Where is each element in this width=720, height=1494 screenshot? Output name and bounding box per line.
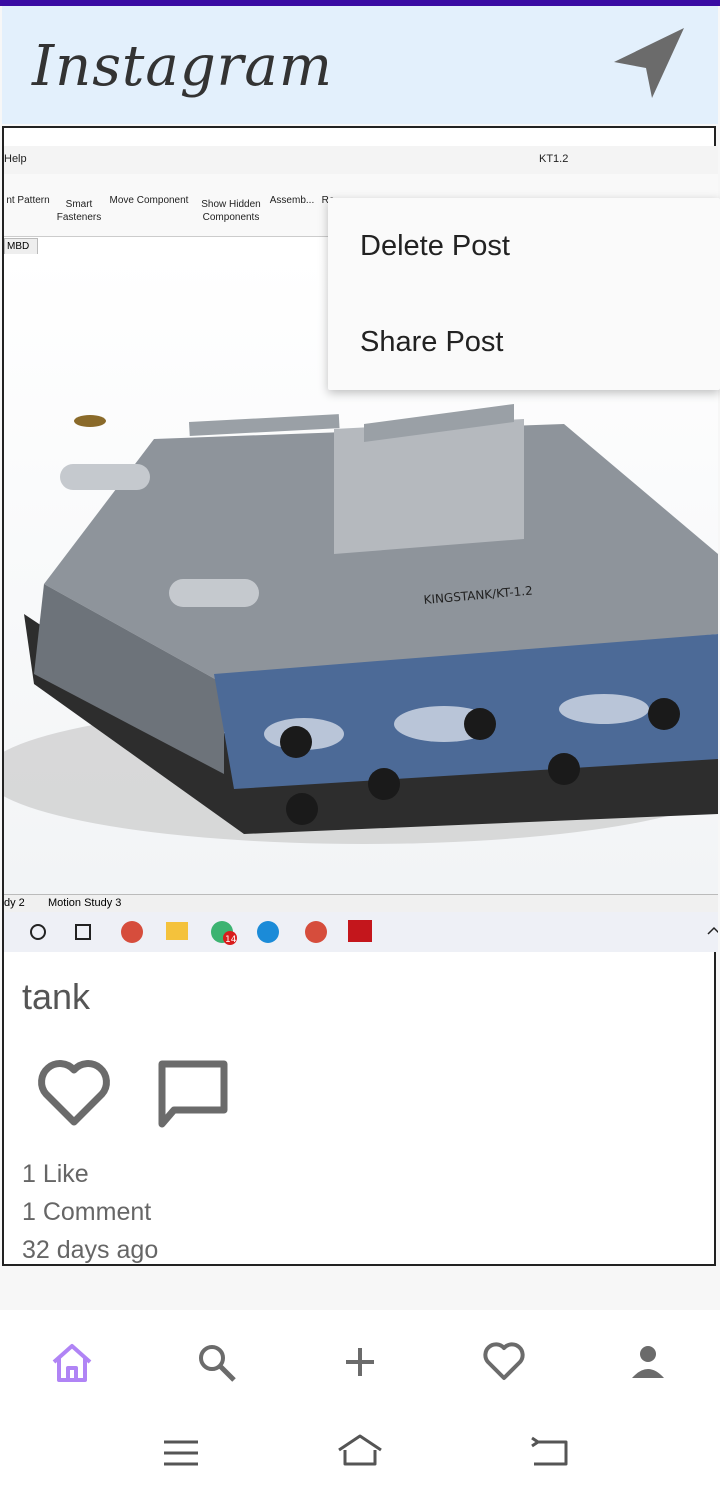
activity-heart-icon[interactable]: [482, 1340, 526, 1384]
post-options-menu: Delete Post Share Post: [328, 198, 720, 390]
app-title: Instagram: [32, 34, 333, 99]
taskbar-badge: 14: [225, 935, 237, 945]
recents-icon[interactable]: [156, 1428, 206, 1478]
comments-count[interactable]: 1 Comment: [22, 1198, 151, 1227]
home-icon[interactable]: [50, 1340, 94, 1384]
app-bar: Instagram: [2, 6, 718, 124]
system-navigation: [0, 1410, 720, 1494]
likes-count[interactable]: 1 Like: [22, 1160, 89, 1189]
cad-toolbar: Help KT1.2: [4, 146, 718, 175]
delete-post-item[interactable]: Delete Post: [360, 230, 510, 263]
comment-icon[interactable]: [154, 1058, 230, 1128]
ribbon-move-component: Move Component: [109, 195, 189, 206]
profile-icon[interactable]: [626, 1340, 670, 1384]
cad-document-title: KT1.2: [539, 153, 569, 165]
post-age: 32 days ago: [22, 1236, 159, 1264]
cad-status-tab-2: Motion Study 3: [48, 897, 122, 909]
add-icon[interactable]: [338, 1340, 382, 1384]
post-caption: tank: [22, 976, 91, 1017]
cad-help-label: Help: [4, 153, 27, 165]
back-icon[interactable]: [524, 1428, 574, 1478]
cad-status-bar: dy 2 Motion Study 3: [4, 894, 718, 913]
send-icon[interactable]: [608, 24, 688, 104]
ribbon-pattern: nt Pattern: [6, 195, 50, 206]
system-home-icon[interactable]: [335, 1428, 385, 1478]
ribbon-show-hidden: Show Hidden Components: [201, 199, 261, 223]
share-post-item[interactable]: Share Post: [360, 326, 503, 359]
ribbon-assembly: Assemb...: [269, 195, 315, 206]
cad-status-tab-1: dy 2: [4, 897, 25, 909]
ribbon-smart-fasteners: Smart Fasteners: [56, 199, 102, 223]
heart-icon[interactable]: [36, 1058, 112, 1128]
windows-taskbar: 14: [4, 912, 718, 952]
bottom-navigation: [0, 1310, 720, 1410]
search-icon[interactable]: [194, 1340, 238, 1384]
